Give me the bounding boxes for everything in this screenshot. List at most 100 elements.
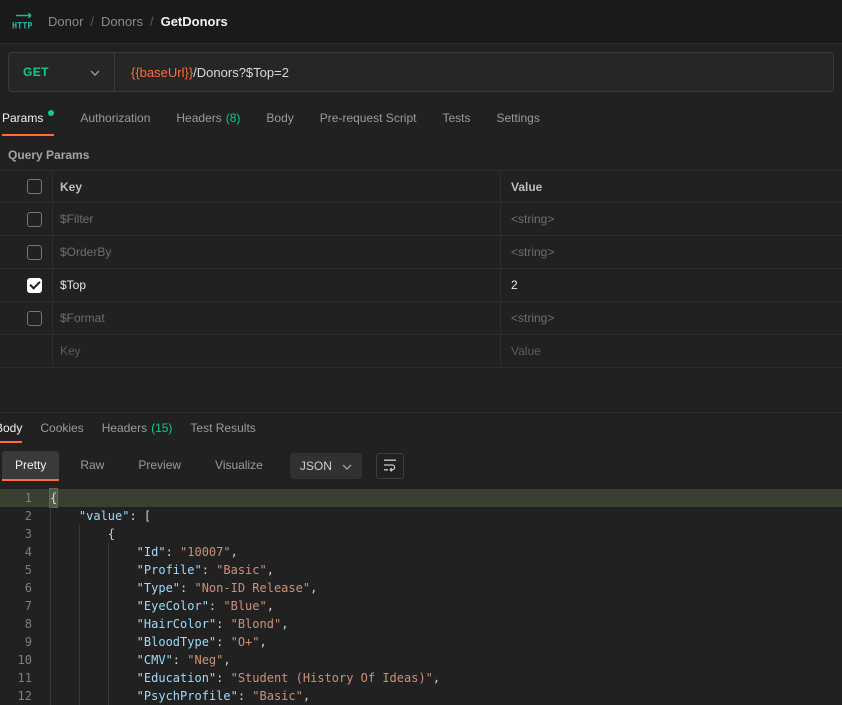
indent-guide bbox=[108, 651, 137, 669]
code-line: 4"Id": "10007", bbox=[0, 543, 842, 561]
code-token: , bbox=[267, 561, 274, 579]
param-value[interactable]: <string> bbox=[500, 302, 842, 334]
svg-text:HTTP: HTTP bbox=[12, 21, 32, 31]
line-number: 6 bbox=[0, 579, 32, 597]
code-token: : bbox=[216, 633, 230, 651]
param-checkbox[interactable] bbox=[27, 245, 42, 260]
line-number: 1 bbox=[0, 489, 32, 507]
response-tab-test-results[interactable]: Test Results bbox=[190, 414, 255, 443]
param-key[interactable]: Key bbox=[52, 335, 500, 367]
code-token: "Basic" bbox=[252, 687, 303, 705]
view-tab-pretty[interactable]: Pretty bbox=[2, 451, 59, 481]
indent-guide bbox=[79, 543, 108, 561]
line-content: "Education": "Student (History Of Ideas)… bbox=[50, 669, 440, 687]
code-token: , bbox=[223, 651, 230, 669]
indent-guide bbox=[50, 525, 79, 543]
breadcrumb-item[interactable]: Donors bbox=[101, 14, 143, 29]
code-token: , bbox=[433, 669, 440, 687]
request-tab-pre-request-script[interactable]: Pre-request Script bbox=[320, 102, 417, 136]
response-body-code[interactable]: 1{2"value": [3{4"Id": "10007",5"Profile"… bbox=[0, 489, 842, 705]
tab-label: Settings bbox=[497, 111, 540, 125]
request-tab-headers[interactable]: Headers(8) bbox=[176, 102, 240, 136]
code-token: "Education" bbox=[137, 669, 216, 687]
param-value[interactable]: 2 bbox=[500, 269, 842, 301]
code-token: , bbox=[310, 579, 317, 597]
tab-label: Test Results bbox=[190, 421, 255, 435]
request-tab-authorization[interactable]: Authorization bbox=[80, 102, 150, 136]
tab-label: Headers bbox=[176, 111, 221, 125]
request-tab-settings[interactable]: Settings bbox=[497, 102, 540, 136]
tab-label: Cookies bbox=[40, 421, 83, 435]
indent-guide bbox=[79, 579, 108, 597]
code-line: 3{ bbox=[0, 525, 842, 543]
request-tab-params[interactable]: Params bbox=[2, 102, 54, 136]
breadcrumb-separator: / bbox=[150, 14, 154, 29]
select-all-checkbox[interactable] bbox=[27, 179, 42, 194]
response-tab-headers[interactable]: Headers(15) bbox=[102, 414, 173, 443]
code-token: { bbox=[108, 525, 115, 543]
view-tab-visualize[interactable]: Visualize bbox=[202, 451, 276, 481]
line-content: "value": [ bbox=[50, 507, 151, 525]
breadcrumb-item[interactable]: GetDonors bbox=[161, 14, 228, 29]
response-tabs: Body Cookies Headers(15) Test Results bbox=[0, 413, 842, 443]
query-params-title: Query Params bbox=[8, 148, 834, 162]
param-checkbox-cell bbox=[0, 335, 52, 367]
query-params-table: Key Value $Filter<string>$OrderBy<string… bbox=[0, 170, 842, 368]
response-tab-body[interactable]: Body bbox=[0, 414, 22, 443]
breadcrumb-bar: HTTP Donor / Donors / GetDonors bbox=[0, 0, 842, 44]
code-token: : [ bbox=[129, 507, 151, 525]
param-key[interactable]: $OrderBy bbox=[52, 236, 500, 268]
query-params-rows: $Filter<string>$OrderBy<string>$Top2$For… bbox=[0, 203, 842, 368]
code-token: "CMV" bbox=[137, 651, 173, 669]
request-tab-body[interactable]: Body bbox=[266, 102, 293, 136]
code-token: "Profile" bbox=[137, 561, 202, 579]
param-key[interactable]: $Filter bbox=[52, 203, 500, 235]
indent-guide bbox=[108, 597, 137, 615]
code-token: : bbox=[173, 651, 187, 669]
request-tab-tests[interactable]: Tests bbox=[442, 102, 470, 136]
url-input[interactable]: {{baseUrl}}/Donors?$Top=2 bbox=[115, 53, 833, 91]
view-tab-preview[interactable]: Preview bbox=[125, 451, 194, 481]
breadcrumb-item[interactable]: Donor bbox=[48, 14, 83, 29]
code-token: : bbox=[238, 687, 252, 705]
param-value[interactable]: <string> bbox=[500, 236, 842, 268]
param-key[interactable]: $Format bbox=[52, 302, 500, 334]
code-token: "Type" bbox=[137, 579, 180, 597]
wrap-text-button[interactable] bbox=[376, 453, 404, 479]
key-column-header: Key bbox=[52, 171, 500, 202]
breadcrumb-separator: / bbox=[90, 14, 94, 29]
line-content: "Type": "Non-ID Release", bbox=[50, 579, 317, 597]
code-token: "O+" bbox=[231, 633, 260, 651]
line-number: 4 bbox=[0, 543, 32, 561]
query-param-row: $Format<string> bbox=[0, 302, 842, 335]
param-checkbox[interactable] bbox=[27, 278, 42, 293]
param-checkbox-cell bbox=[0, 302, 52, 334]
indent-guide bbox=[108, 543, 137, 561]
param-value[interactable]: Value bbox=[500, 335, 842, 367]
response-tab-cookies[interactable]: Cookies bbox=[40, 414, 83, 443]
code-token: "Blue" bbox=[223, 597, 266, 615]
param-checkbox[interactable] bbox=[27, 212, 42, 227]
param-key[interactable]: $Top bbox=[52, 269, 500, 301]
indent-guide bbox=[108, 615, 137, 633]
code-line: 1{ bbox=[0, 489, 842, 507]
param-checkbox[interactable] bbox=[27, 311, 42, 326]
param-value[interactable]: <string> bbox=[500, 203, 842, 235]
tab-label: Params bbox=[2, 111, 43, 125]
indent-guide bbox=[108, 687, 137, 705]
view-tab-raw[interactable]: Raw bbox=[67, 451, 117, 481]
query-param-row: KeyValue bbox=[0, 335, 842, 368]
tab-label: Preview bbox=[138, 458, 181, 472]
indent-guide bbox=[108, 561, 137, 579]
method-dropdown[interactable]: GET bbox=[9, 53, 115, 91]
code-line: 5"Profile": "Basic", bbox=[0, 561, 842, 579]
code-token: , bbox=[303, 687, 310, 705]
indent-guide bbox=[50, 615, 79, 633]
line-number: 10 bbox=[0, 651, 32, 669]
query-param-row: $OrderBy<string> bbox=[0, 236, 842, 269]
format-dropdown[interactable]: JSON bbox=[290, 453, 362, 479]
code-token: "Student (History Of Ideas)" bbox=[231, 669, 433, 687]
http-request-icon: HTTP bbox=[12, 11, 38, 33]
indent-guide bbox=[50, 507, 79, 525]
code-token: { bbox=[50, 489, 57, 507]
